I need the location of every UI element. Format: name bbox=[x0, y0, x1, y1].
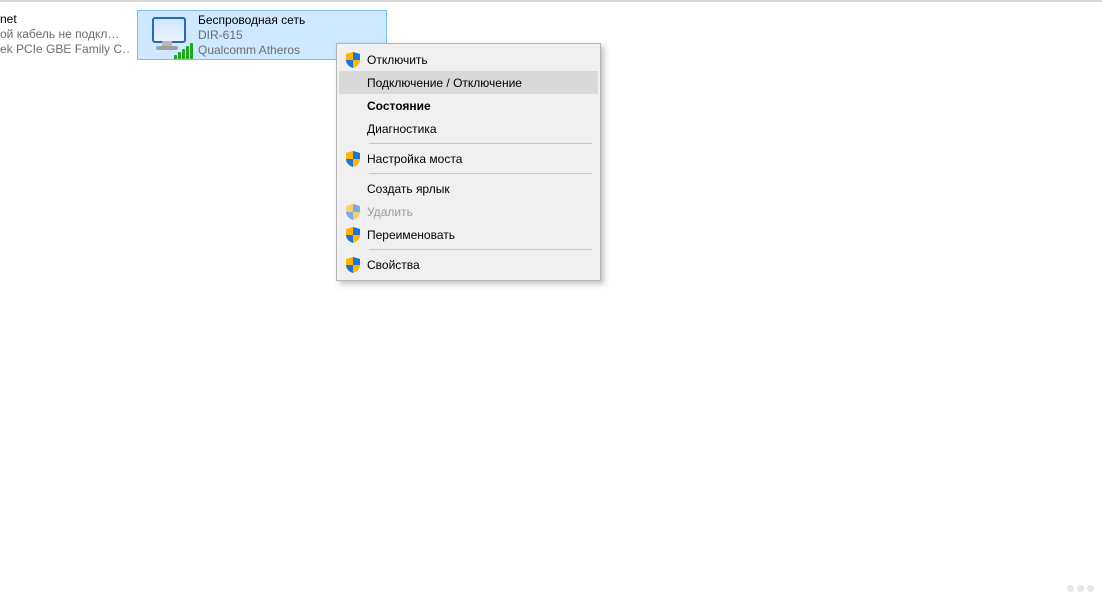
context-menu: Отключить Подключение / Отключение Состо… bbox=[336, 43, 601, 281]
uac-shield-icon bbox=[346, 227, 360, 243]
menu-item-status[interactable]: Состояние bbox=[339, 94, 598, 117]
window-top-border bbox=[0, 0, 1102, 2]
menu-separator bbox=[369, 143, 592, 144]
menu-item-label: Диагностика bbox=[367, 122, 590, 136]
uac-shield-icon bbox=[346, 257, 360, 273]
adapter-device: ek PCIe GBE Family C… bbox=[0, 42, 131, 57]
menu-item-connect-disconnect[interactable]: Подключение / Отключение bbox=[339, 71, 598, 94]
menu-item-label: Переименовать bbox=[367, 228, 590, 242]
adapter-ssid: DIR-615 bbox=[198, 28, 305, 43]
adapter-item-ethernet[interactable]: net ой кабель не подкл… ek PCIe GBE Fami… bbox=[0, 10, 135, 60]
menu-item-disable[interactable]: Отключить bbox=[339, 48, 598, 71]
wireless-adapter-icon bbox=[142, 13, 192, 57]
menu-item-create-shortcut[interactable]: Создать ярлык bbox=[339, 177, 598, 200]
menu-item-properties[interactable]: Свойства bbox=[339, 253, 598, 276]
menu-item-label: Подключение / Отключение bbox=[367, 76, 590, 90]
menu-item-label: Создать ярлык bbox=[367, 182, 590, 196]
menu-item-bridge-connections[interactable]: Настройка моста bbox=[339, 147, 598, 170]
uac-shield-icon bbox=[346, 204, 360, 220]
menu-separator bbox=[369, 249, 592, 250]
menu-item-rename[interactable]: Переименовать bbox=[339, 223, 598, 246]
menu-item-delete: Удалить bbox=[339, 200, 598, 223]
menu-item-label: Состояние bbox=[367, 99, 590, 113]
uac-shield-icon bbox=[346, 151, 360, 167]
adapter-title: net bbox=[0, 12, 131, 27]
menu-item-label: Удалить bbox=[367, 205, 590, 219]
menu-item-label: Свойства bbox=[367, 258, 590, 272]
adapter-title: Беспроводная сеть bbox=[198, 13, 305, 28]
adapter-subtitle: ой кабель не подкл… bbox=[0, 27, 131, 42]
menu-item-label: Настройка моста bbox=[367, 152, 590, 166]
watermark-dots bbox=[1067, 585, 1094, 592]
menu-item-label: Отключить bbox=[367, 53, 590, 67]
adapter-device: Qualcomm Atheros bbox=[198, 43, 305, 58]
menu-separator bbox=[369, 173, 592, 174]
uac-shield-icon bbox=[346, 52, 360, 68]
menu-item-diagnose[interactable]: Диагностика bbox=[339, 117, 598, 140]
